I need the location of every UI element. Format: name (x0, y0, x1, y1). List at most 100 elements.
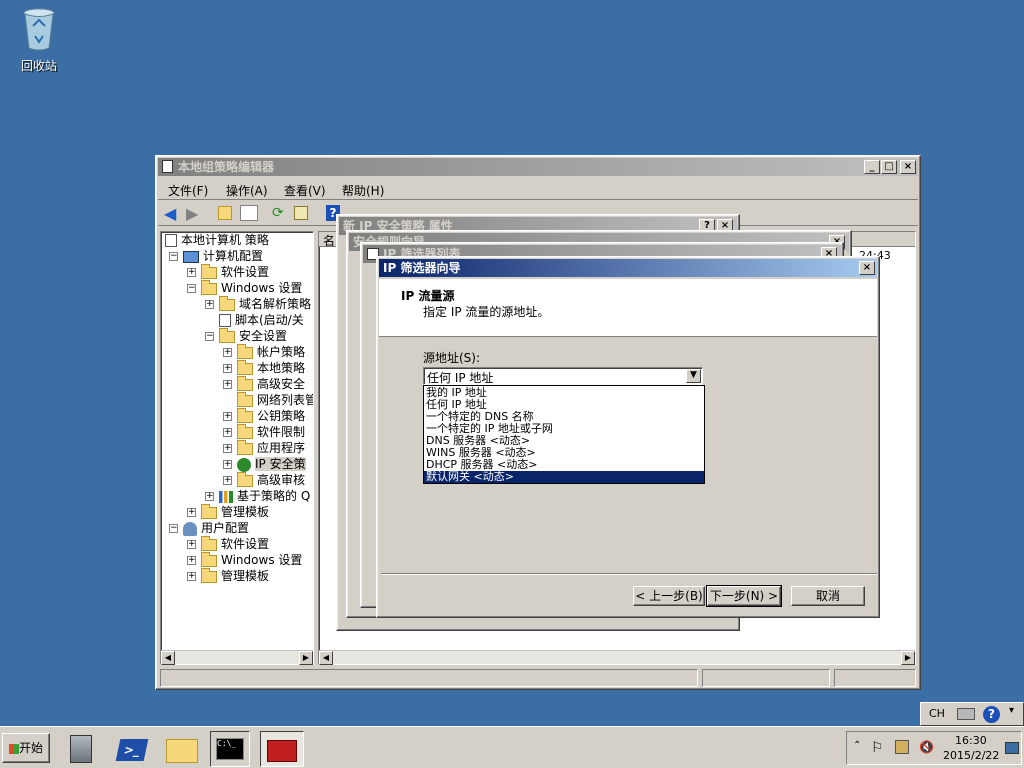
tree-item[interactable]: + 高级审核 (223, 471, 305, 488)
maximize-button[interactable]: □ (881, 160, 897, 174)
export-icon[interactable] (294, 206, 308, 220)
tree-pane: 本地计算机 策略 − 计算机配置 + 软件设置 − Windows 设置 + 域名解析策… (160, 231, 314, 665)
back-arrow-icon[interactable]: ◀ (164, 206, 176, 222)
tree-item[interactable]: + 应用程序 (223, 439, 305, 456)
tree-item[interactable]: + 域名解析策略 (205, 295, 311, 312)
menu-help[interactable]: 帮助(H) (342, 182, 384, 199)
collapse-icon[interactable]: − (187, 284, 196, 293)
expand-icon[interactable]: + (187, 508, 196, 517)
expand-icon[interactable]: + (205, 492, 214, 501)
chevron-down-icon[interactable]: ▼ (686, 369, 701, 383)
clock-date[interactable]: 2015/2/22 (943, 749, 999, 762)
tree-item[interactable]: − 安全设置 (205, 327, 287, 344)
tree-item[interactable]: + 公钥策略 (223, 407, 305, 424)
up-folder-icon[interactable] (218, 206, 232, 220)
column-name-header[interactable]: 名 (323, 232, 335, 249)
tree-item[interactable]: + 高级安全 (223, 375, 305, 392)
tree-item[interactable]: 网络列表管 (237, 391, 313, 408)
expand-icon[interactable]: + (187, 572, 196, 581)
tree-item[interactable]: + 软件设置 (187, 263, 269, 280)
tree-computer-config[interactable]: − 计算机配置 (169, 248, 263, 264)
close-button[interactable]: × (859, 261, 875, 275)
refresh-icon[interactable]: ⟳ (272, 206, 284, 220)
server-manager-app[interactable] (62, 731, 102, 767)
folder-icon (237, 423, 253, 439)
user-icon (183, 521, 197, 536)
tree-item[interactable]: 脚本(启动/关 (219, 312, 304, 328)
taskbar: 开始 >_ C:\_ ⌃ ⚐ 🔇 16:30 2015/2/22 (0, 726, 1024, 768)
recycle-bin[interactable]: 回收站 (14, 6, 64, 74)
collapse-icon[interactable]: − (169, 252, 178, 261)
footer-divider (381, 573, 877, 575)
language-indicator[interactable]: CH (929, 707, 945, 720)
tree-item[interactable]: + 基于策略的 Q (205, 488, 310, 504)
expand-icon[interactable]: + (223, 476, 232, 485)
tree-user-config[interactable]: − 用户配置 (169, 520, 249, 536)
cancel-button[interactable]: 取消 (791, 586, 865, 606)
tree-item[interactable]: − Windows 设置 (187, 279, 302, 296)
menu-action[interactable]: 操作(A) (226, 182, 268, 199)
folder-icon (237, 359, 253, 375)
source-address-combobox[interactable]: 任何 IP 地址 ▼ (423, 367, 703, 385)
tree-item[interactable]: + Windows 设置 (187, 551, 302, 568)
powershell-icon: >_ (115, 739, 149, 761)
next-button[interactable]: 下一步(N) > (706, 585, 782, 607)
back-button[interactable]: < 上一步(B) (633, 586, 705, 606)
expand-icon[interactable]: + (223, 460, 232, 469)
minimize-button[interactable]: _ (864, 160, 880, 174)
clock-time[interactable]: 16:30 (955, 734, 987, 747)
tree-item[interactable]: + 帐户策略 (223, 343, 305, 360)
cmd-app[interactable]: C:\_ (210, 731, 250, 767)
gpedit-title: 本地组策略编辑器 (178, 160, 275, 174)
scroll-right-icon[interactable]: ▶ (901, 651, 915, 665)
expand-icon[interactable]: + (187, 540, 196, 549)
collapse-icon[interactable]: − (205, 332, 214, 341)
explorer-app[interactable] (162, 731, 202, 767)
collapse-icon[interactable]: − (169, 524, 178, 533)
wizard-titlebar[interactable]: IP 筛选器向导 × (379, 259, 877, 277)
gpedit-titlebar[interactable]: 本地组策略编辑器 _ □ × (158, 158, 918, 176)
keyboard-icon[interactable] (957, 708, 975, 720)
tree-item[interactable]: + 软件设置 (187, 535, 269, 552)
expand-icon[interactable]: + (187, 268, 196, 277)
scroll-right-icon[interactable]: ▶ (299, 651, 313, 665)
gpedit-app[interactable] (260, 731, 304, 767)
tree-item[interactable]: + 管理模板 (187, 567, 269, 584)
ipsec-icon (237, 457, 251, 472)
start-button[interactable]: 开始 (2, 733, 50, 763)
gpedit-title-icon (162, 160, 173, 173)
options-icon[interactable]: ▾ (1009, 705, 1014, 716)
scroll-left-icon[interactable]: ◀ (319, 651, 333, 665)
show-desktop-icon[interactable] (1005, 742, 1019, 754)
tree-root[interactable]: 本地计算机 策略 (165, 232, 269, 248)
volume-muted-icon[interactable]: 🔇 (919, 740, 934, 754)
menu-view[interactable]: 查看(V) (284, 182, 326, 199)
action-center-flag-icon[interactable]: ⚐ (871, 740, 884, 756)
tree-item[interactable]: + 软件限制 (223, 423, 305, 440)
expand-icon[interactable]: + (223, 380, 232, 389)
tree-item-ipsec[interactable]: + IP 安全策 (223, 456, 306, 472)
powershell-app[interactable]: >_ (112, 731, 152, 767)
tree-item[interactable]: + 本地策略 (223, 359, 305, 376)
dropdown-option-highlighted[interactable]: 默认网关 <动态> (424, 471, 704, 483)
ip-filter-wizard: IP 筛选器向导 × IP 流量源 指定 IP 流量的源地址。 源地址(S): … (376, 256, 880, 618)
tree-item[interactable]: + 管理模板 (187, 503, 269, 520)
menu-file[interactable]: 文件(F) (168, 182, 208, 199)
expand-icon[interactable]: + (223, 412, 232, 421)
show-tree-icon[interactable] (240, 205, 258, 221)
forward-arrow-icon[interactable]: ▶ (186, 206, 198, 222)
expand-icon[interactable]: + (223, 364, 232, 373)
tree-hscrollbar[interactable]: ◀ ▶ (161, 650, 313, 665)
show-hidden-icons-icon[interactable]: ⌃ (853, 740, 861, 751)
help-icon[interactable]: ? (983, 706, 1000, 723)
close-button[interactable]: × (900, 160, 916, 174)
expand-icon[interactable]: + (205, 300, 214, 309)
expand-icon[interactable]: + (223, 428, 232, 437)
scroll-left-icon[interactable]: ◀ (161, 651, 175, 665)
list-hscrollbar[interactable]: ◀ ▶ (319, 650, 915, 665)
network-icon[interactable] (895, 740, 909, 754)
expand-icon[interactable]: + (223, 348, 232, 357)
expand-icon[interactable]: + (223, 444, 232, 453)
status-pane (702, 669, 830, 687)
expand-icon[interactable]: + (187, 556, 196, 565)
